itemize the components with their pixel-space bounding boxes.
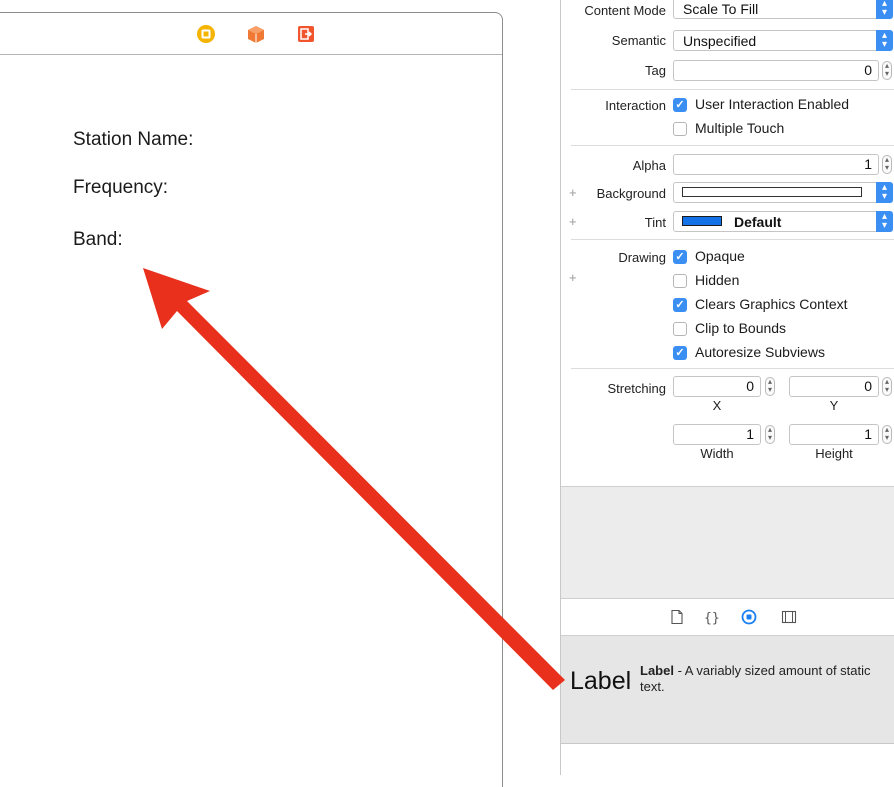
divider (571, 145, 894, 146)
multiple-touch-label: Multiple Touch (695, 120, 785, 136)
stretching-x-value: 0 (746, 378, 754, 394)
stretching-label: Stretching (607, 381, 666, 396)
clears-graphics-context-label: Clears Graphics Context (695, 296, 848, 312)
autoresize-subviews-label: Autoresize Subviews (695, 344, 825, 360)
background-color-swatch (682, 187, 862, 197)
alpha-label: Alpha (632, 158, 666, 173)
library-tab-bar: {} (561, 598, 894, 636)
user-interaction-label: User Interaction Enabled (695, 96, 850, 112)
braces-icon[interactable]: {} (703, 609, 720, 626)
stretching-y-field[interactable]: 0 (789, 376, 879, 397)
tint-color-swatch (682, 216, 722, 226)
file-icon[interactable] (669, 609, 685, 625)
divider (571, 89, 894, 90)
alpha-field[interactable]: 1 (673, 154, 879, 175)
popup-chevron-icon: ▴ ▾ (876, 30, 893, 51)
opaque-checkbox[interactable]: ✓ (673, 250, 687, 264)
object-library-icon[interactable] (741, 609, 757, 625)
user-interaction-checkbox[interactable]: ✓ (673, 98, 687, 112)
multiple-touch-checkbox[interactable] (673, 122, 687, 136)
tag-value: 0 (864, 62, 872, 78)
semantic-value: Unspecified (683, 33, 757, 49)
tag-label: Tag (645, 63, 666, 78)
background-label: Background (596, 186, 666, 201)
scene-dock (0, 13, 502, 55)
tag-stepper[interactable]: ▴ ▾ (882, 61, 892, 80)
storyboard-scene[interactable]: Station Name: Frequency: Band: (0, 12, 503, 787)
stretching-height-field[interactable]: 1 (789, 424, 879, 445)
stretching-width-field[interactable]: 1 (673, 424, 761, 445)
alpha-stepper[interactable]: ▴ ▾ (882, 155, 892, 174)
hidden-checkbox[interactable] (673, 274, 687, 288)
divider (571, 239, 894, 240)
content-mode-label: Content Mode (584, 3, 666, 18)
drawing-label: Drawing (618, 250, 666, 265)
semantic-label: Semantic (611, 33, 666, 48)
tint-value: Default (734, 214, 782, 230)
autoresize-subviews-checkbox[interactable]: ✓ (673, 346, 687, 360)
add-variation-icon[interactable]: + (569, 214, 577, 229)
add-variation-icon[interactable]: + (569, 270, 577, 285)
library-item-label[interactable]: Label Label - A variably sized amount of… (561, 636, 894, 744)
label-title: Label (640, 663, 674, 678)
divider (571, 368, 894, 369)
clears-graphics-context-checkbox[interactable]: ✓ (673, 298, 687, 312)
tag-field[interactable]: 0 (673, 60, 879, 81)
interaction-label: Interaction (605, 98, 666, 113)
stretching-x-stepper[interactable]: ▴ ▾ (765, 377, 775, 396)
stretching-x-field[interactable]: 0 (673, 376, 761, 397)
opaque-label: Opaque (695, 248, 745, 264)
popup-chevron-icon: ▴ ▾ (876, 182, 893, 203)
exit-icon[interactable] (296, 24, 316, 44)
stretching-width-value: 1 (746, 426, 754, 442)
clip-to-bounds-checkbox[interactable] (673, 322, 687, 336)
stretching-y-value: 0 (864, 378, 872, 394)
svg-text:{}: {} (704, 611, 719, 625)
content-mode-popup[interactable]: Scale To Fill ▴ ▾ (673, 0, 893, 19)
tint-color-popup[interactable]: Default ▴ ▾ (673, 211, 893, 232)
inspector-empty-area (561, 486, 894, 599)
alpha-value: 1 (864, 156, 872, 172)
view-controller-icon[interactable] (196, 24, 216, 44)
label-description: Label - A variably sized amount of stati… (640, 663, 890, 695)
y-caption: Y (829, 398, 839, 413)
hidden-label: Hidden (695, 272, 740, 288)
background-color-popup[interactable]: ▴ ▾ (673, 182, 893, 203)
band-label[interactable]: Band: (73, 229, 123, 251)
stretching-y-stepper[interactable]: ▴ ▾ (882, 377, 892, 396)
popup-chevron-icon: ▴ ▾ (876, 0, 893, 19)
semantic-popup[interactable]: Unspecified ▴ ▾ (673, 30, 893, 51)
add-variation-icon[interactable]: + (569, 185, 577, 200)
height-caption: Height (815, 446, 853, 461)
stretching-width-stepper[interactable]: ▴ ▾ (765, 425, 775, 444)
station-name-label[interactable]: Station Name: (73, 129, 193, 151)
label-preview: Label (570, 667, 632, 695)
popup-chevron-icon: ▴ ▾ (876, 211, 893, 232)
first-responder-icon[interactable] (246, 24, 266, 44)
frequency-label[interactable]: Frequency: (73, 177, 168, 199)
x-caption: X (712, 398, 722, 413)
stretching-height-value: 1 (864, 426, 872, 442)
clip-to-bounds-label: Clip to Bounds (695, 320, 787, 336)
attributes-inspector: Content Mode Scale To Fill ▴ ▾ Semantic U… (560, 0, 894, 775)
tint-label: Tint (644, 215, 666, 230)
stretching-height-stepper[interactable]: ▴ ▾ (882, 425, 892, 444)
width-caption: Width (700, 446, 734, 461)
content-mode-value: Scale To Fill (683, 1, 759, 17)
label-description-text: - A variably sized amount of static text… (640, 663, 871, 694)
media-icon[interactable] (781, 609, 797, 625)
